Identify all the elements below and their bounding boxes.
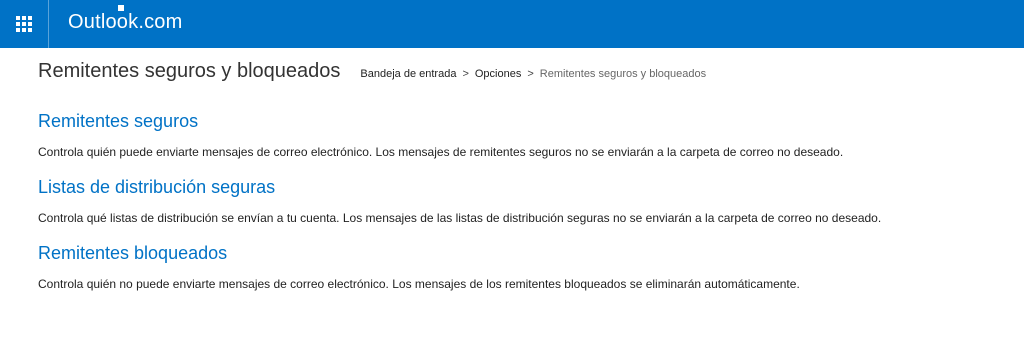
- safe-senders-section: Remitentes seguros Controla quién puede …: [38, 110, 1008, 160]
- page-header: Remitentes seguros y bloqueados Bandeja …: [38, 60, 706, 90]
- safe-mailing-lists-section: Listas de distribución seguras Controla …: [38, 176, 1008, 226]
- safe-mailing-lists-link[interactable]: Listas de distribución seguras: [38, 176, 1008, 198]
- brand-logo[interactable]: Outlook.com: [68, 11, 182, 34]
- safe-mailing-lists-description: Controla qué listas de distribución se e…: [38, 211, 882, 225]
- breadcrumb: Bandeja de entrada > Opciones > Remitent…: [360, 68, 706, 80]
- page-title: Remitentes seguros y bloqueados: [38, 60, 341, 82]
- breadcrumb-separator: >: [527, 68, 534, 80]
- top-bar-divider: [48, 0, 49, 48]
- breadcrumb-separator: >: [462, 68, 469, 80]
- blocked-senders-link[interactable]: Remitentes bloqueados: [38, 242, 1008, 264]
- app-launcher-button[interactable]: [0, 0, 48, 48]
- blocked-senders-section: Remitentes bloqueados Controla quién no …: [38, 242, 1008, 292]
- waffle-icon: [16, 16, 32, 32]
- blocked-senders-description: Controla quién no puede enviarte mensaje…: [38, 277, 800, 291]
- safe-senders-link[interactable]: Remitentes seguros: [38, 110, 1008, 132]
- breadcrumb-current: Remitentes seguros y bloqueados: [539, 68, 707, 80]
- safe-senders-description: Controla quién puede enviarte mensajes d…: [38, 145, 844, 159]
- breadcrumb-options-link[interactable]: Opciones: [475, 68, 521, 80]
- breadcrumb-inbox-link[interactable]: Bandeja de entrada: [360, 68, 456, 80]
- top-bar: Outlook.com: [0, 0, 1024, 48]
